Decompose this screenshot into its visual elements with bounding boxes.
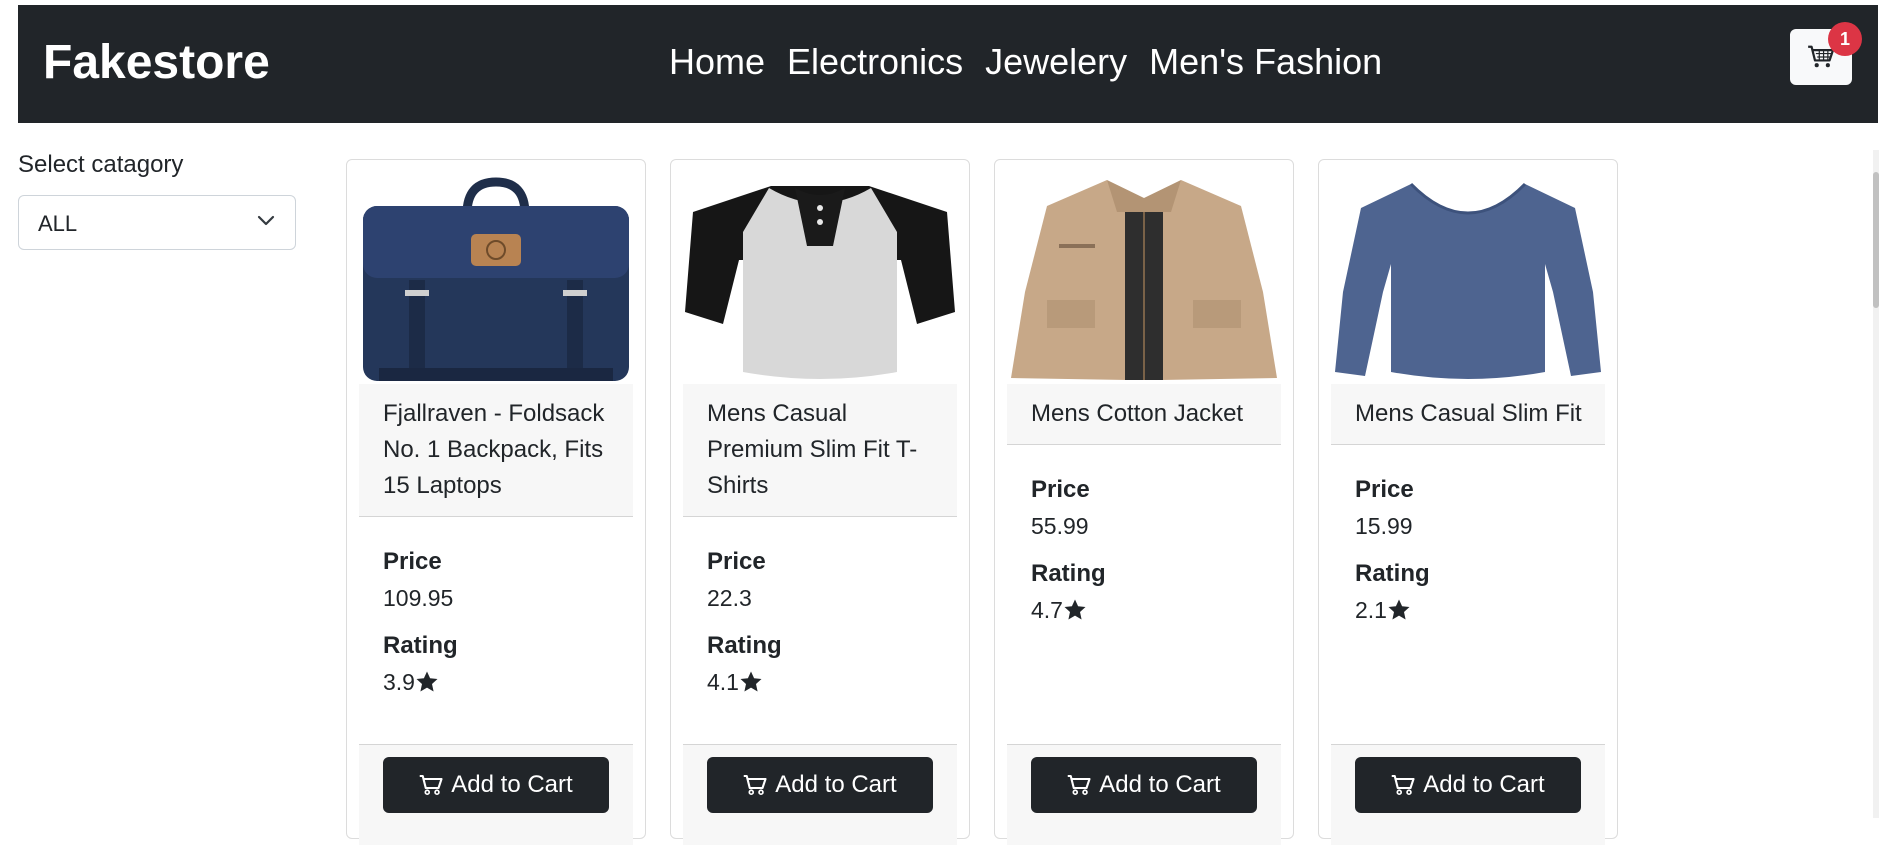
product-title[interactable]: Mens Casual Slim Fit (1355, 396, 1587, 432)
price-label: Price (707, 548, 766, 575)
nav-link-home[interactable]: Home (669, 41, 765, 83)
add-to-cart-button[interactable]: Add to Cart (707, 757, 933, 813)
nav-link-electronics[interactable]: Electronics (787, 41, 963, 83)
tshirt-image (683, 172, 957, 384)
brand-logo[interactable]: Fakestore (43, 35, 270, 90)
price-label: Price (1031, 476, 1090, 503)
star-icon (1064, 599, 1086, 620)
rating-label: Rating (1355, 560, 1430, 587)
longsleeve-image (1331, 172, 1605, 384)
price-value: 22.3 (707, 585, 752, 611)
rating-row: 4.1 (707, 664, 782, 700)
rating-value: 3.9 (383, 669, 415, 695)
page-scrollbar[interactable] (1873, 150, 1879, 818)
product-title-box: Mens Casual Premium Slim Fit T-Shirts (683, 384, 957, 517)
card-footer: Add to Cart (359, 744, 633, 845)
rating-row: 4.7 (1031, 592, 1106, 628)
product-card: Mens Casual Slim Fit Price 15.99 Rating … (1318, 159, 1618, 845)
product-title[interactable]: Mens Casual Premium Slim Fit T-Shirts (707, 396, 939, 504)
price-label: Price (1355, 476, 1414, 503)
add-to-cart-button[interactable]: Add to Cart (1031, 757, 1257, 813)
rating-value: 2.1 (1355, 597, 1387, 623)
nav-link-jewelery[interactable]: Jewelery (985, 41, 1127, 83)
product-card: Mens Casual Premium Slim Fit T-Shirts Pr… (670, 159, 970, 845)
backpack-image (359, 172, 633, 384)
nav-link-mens-fashion[interactable]: Men's Fashion (1149, 41, 1382, 83)
card-footer: Add to Cart (1007, 744, 1281, 845)
product-details: Price 15.99 Rating 2.1 (1355, 472, 1430, 640)
add-to-cart-label: Add to Cart (451, 771, 573, 798)
jacket-image (1007, 172, 1281, 384)
product-title-box: Mens Cotton Jacket (1007, 384, 1281, 445)
rating-row: 3.9 (383, 664, 458, 700)
category-selected-value: ALL (38, 211, 78, 236)
add-to-cart-label: Add to Cart (775, 771, 897, 798)
product-title[interactable]: Mens Cotton Jacket (1031, 396, 1263, 432)
product-title-box: Fjallraven - Foldsack No. 1 Backpack, Fi… (359, 384, 633, 517)
price-label: Price (383, 548, 442, 575)
product-details: Price 109.95 Rating 3.9 (383, 544, 458, 712)
rating-value: 4.7 (1031, 597, 1063, 623)
card-footer: Add to Cart (683, 744, 957, 845)
cart-button[interactable]: 1 (1790, 22, 1862, 85)
add-to-cart-button[interactable]: Add to Cart (383, 757, 609, 813)
category-select[interactable]: ALL (18, 195, 296, 250)
cart-icon (1392, 774, 1415, 795)
cart-icon (1068, 774, 1091, 795)
star-icon (1388, 599, 1410, 620)
chevron-down-icon (257, 215, 275, 226)
product-title[interactable]: Fjallraven - Foldsack No. 1 Backpack, Fi… (383, 396, 615, 504)
rating-label: Rating (707, 632, 782, 659)
add-to-cart-label: Add to Cart (1423, 771, 1545, 798)
cart-count-badge: 1 (1828, 22, 1862, 56)
rating-label: Rating (1031, 560, 1106, 587)
price-value: 109.95 (383, 585, 454, 611)
star-icon (740, 671, 762, 692)
nav-links: Home Electronics Jewelery Men's Fashion (669, 41, 1382, 83)
price-value: 55.99 (1031, 513, 1089, 539)
rating-row: 2.1 (1355, 592, 1430, 628)
rating-label: Rating (383, 632, 458, 659)
cart-icon (744, 774, 767, 795)
star-icon (416, 671, 438, 692)
product-details: Price 55.99 Rating 4.7 (1031, 472, 1106, 640)
product-card: Fjallraven - Foldsack No. 1 Backpack, Fi… (346, 159, 646, 845)
card-footer: Add to Cart (1331, 744, 1605, 845)
rating-value: 4.1 (707, 669, 739, 695)
navbar: Fakestore Home Electronics Jewelery Men'… (18, 5, 1878, 123)
product-title-box: Mens Casual Slim Fit (1331, 384, 1605, 445)
price-value: 15.99 (1355, 513, 1413, 539)
scrollbar-thumb[interactable] (1873, 172, 1879, 308)
cart-icon (420, 774, 443, 795)
product-card: Mens Cotton Jacket Price 55.99 Rating 4.… (994, 159, 1294, 845)
add-to-cart-button[interactable]: Add to Cart (1355, 757, 1581, 813)
add-to-cart-label: Add to Cart (1099, 771, 1221, 798)
category-label: Select catagory (18, 151, 184, 178)
product-details: Price 22.3 Rating 4.1 (707, 544, 782, 712)
